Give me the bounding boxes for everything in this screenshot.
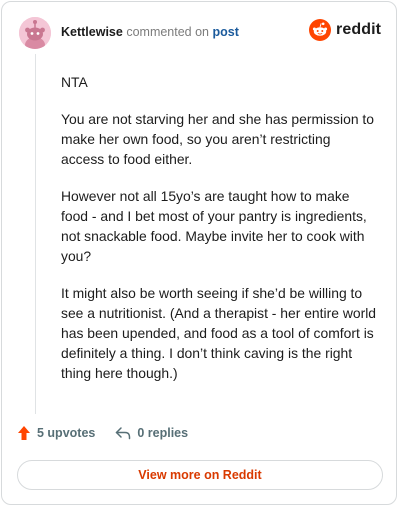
comment-body: NTA You are not starving her and she has… (61, 72, 377, 400)
username-link[interactable]: Kettlewise (61, 25, 123, 39)
reply-arrow-icon (116, 427, 131, 440)
comment-paragraph: You are not starving her and she has per… (61, 111, 374, 167)
user-avatar[interactable] (19, 17, 51, 49)
reddit-logo[interactable]: reddit (309, 19, 381, 41)
avatar-snoo-icon (19, 17, 51, 49)
upvote-arrow-icon (18, 426, 30, 440)
comment-paragraph: NTA (61, 74, 88, 90)
commented-on-text: commented on (126, 25, 210, 39)
comment-paragraph: However not all 15yo’s are taught how to… (61, 188, 367, 264)
post-link[interactable]: post (213, 25, 239, 39)
reddit-wordmark: reddit (336, 21, 382, 38)
view-more-on-reddit-button[interactable]: View more on Reddit (17, 460, 383, 490)
upvote-count: 5 upvotes (37, 426, 96, 440)
thread-line (35, 54, 36, 414)
comment-header: Kettlewise commented on post (61, 25, 239, 39)
reply-count: 0 replies (137, 426, 189, 440)
reddit-snoo-icon (309, 19, 331, 41)
comment-actions: 5 upvotes 0 replies (17, 425, 188, 441)
reply-button[interactable]: 0 replies (115, 426, 188, 440)
comment-paragraph: It might also be worth seeing if she’d b… (61, 285, 377, 381)
upvote-button[interactable]: 5 upvotes (17, 425, 95, 441)
